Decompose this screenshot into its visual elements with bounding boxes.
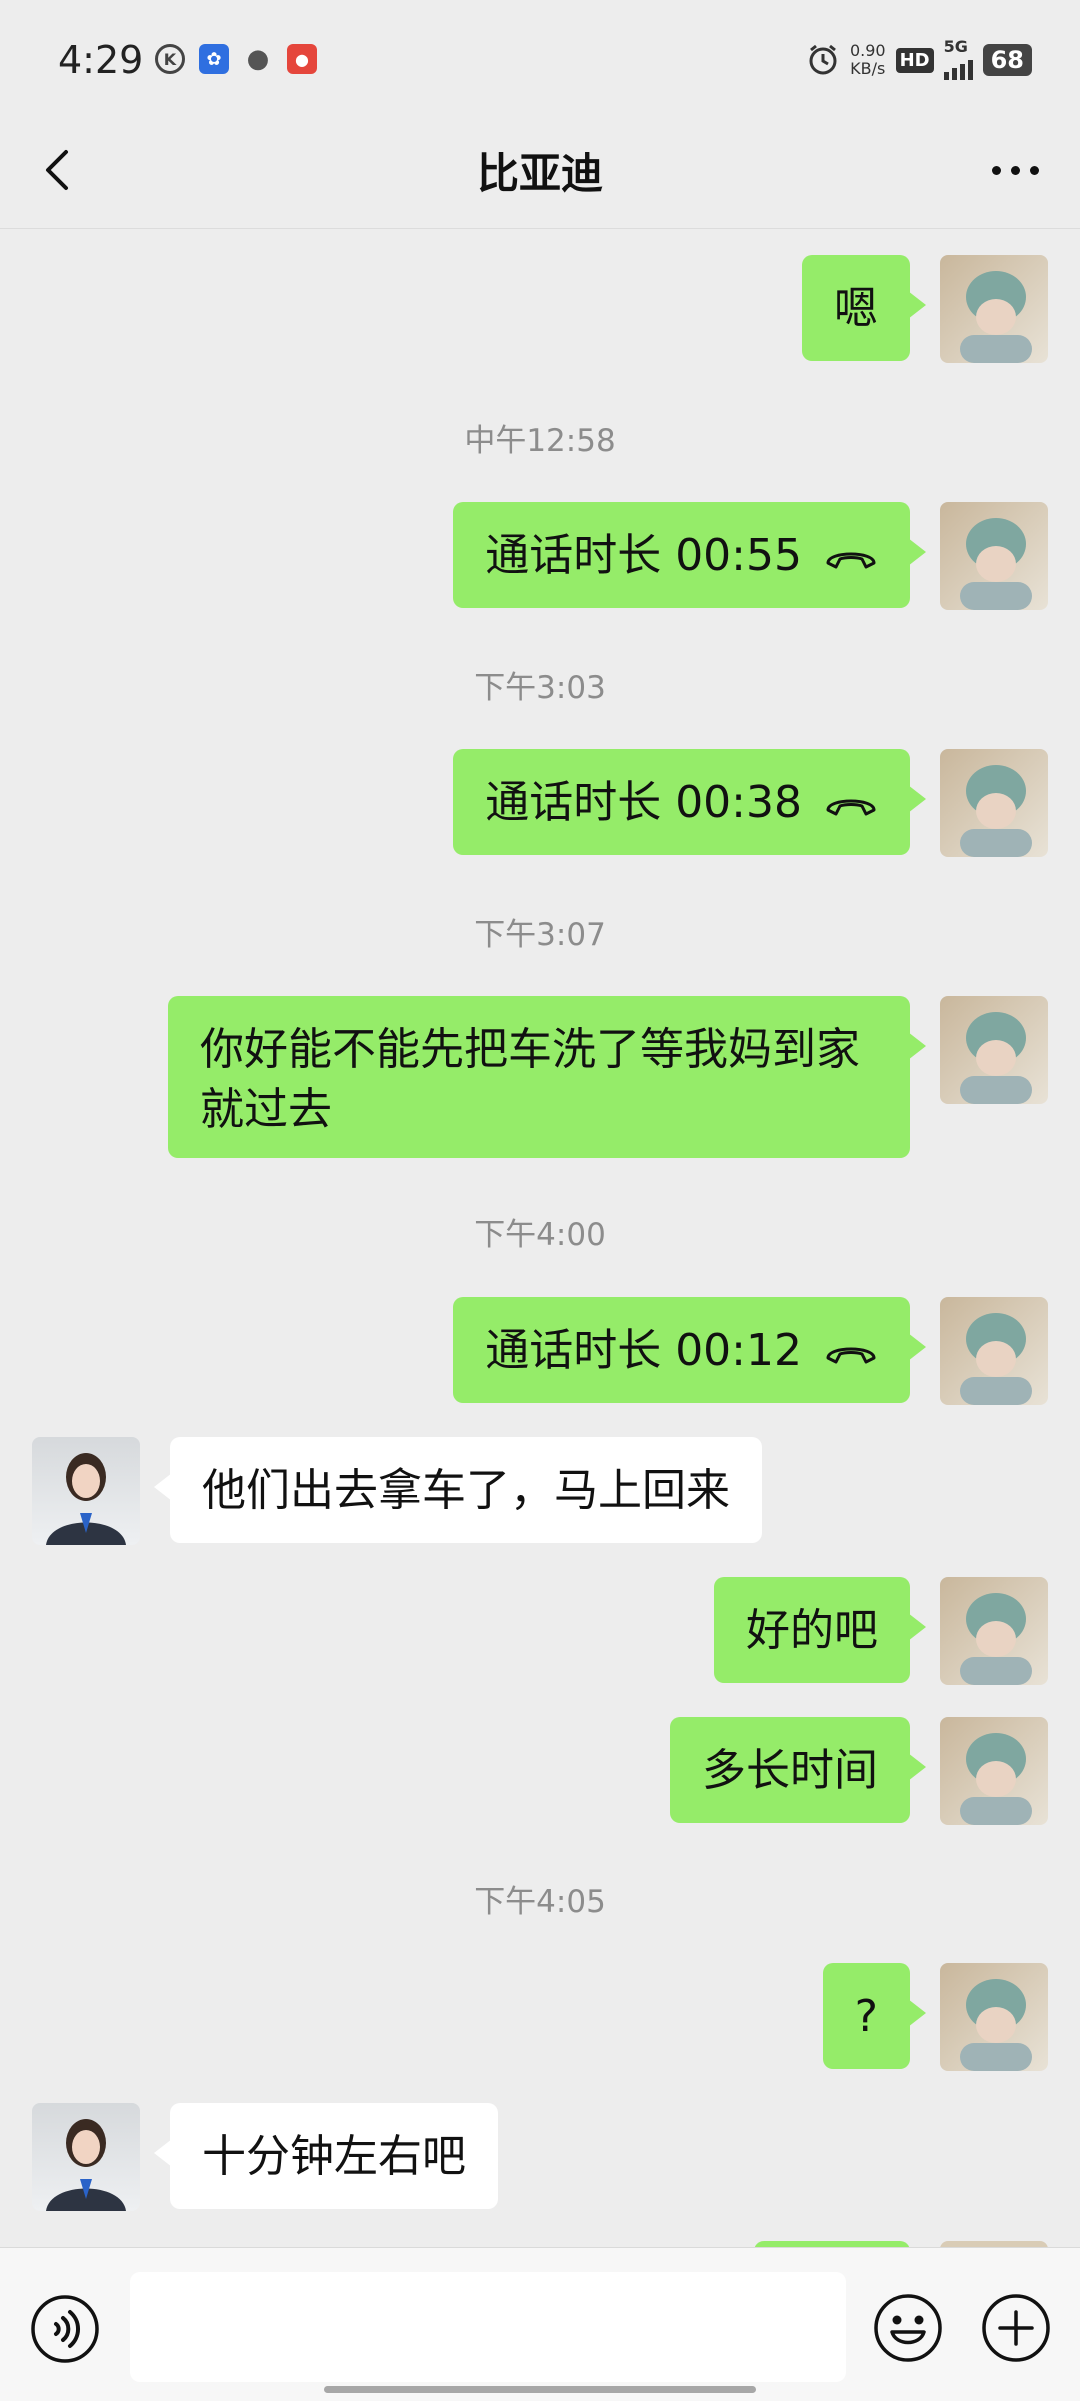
more-options-button[interactable] xyxy=(980,140,1050,200)
hang-up-icon xyxy=(826,1347,876,1364)
message-text: 你好能不能先把车洗了等我妈到家就过去 xyxy=(200,1024,860,1135)
k-app-icon: K xyxy=(155,44,185,74)
more-dot xyxy=(1010,165,1020,175)
hd-badge: HD xyxy=(895,47,934,73)
timestamp: 下午4:05 xyxy=(474,1884,606,1920)
home-indicator[interactable] xyxy=(324,2386,756,2393)
my-avatar[interactable] xyxy=(940,1963,1048,2071)
emoji-button[interactable] xyxy=(872,2292,944,2364)
message-bubble-received[interactable]: 十分钟左右吧 xyxy=(154,2103,498,2209)
timestamp: 下午3:03 xyxy=(474,670,606,706)
message-input[interactable] xyxy=(130,2272,846,2382)
my-avatar[interactable] xyxy=(940,1297,1048,1405)
signal-group: 5G xyxy=(943,37,973,80)
my-avatar[interactable] xyxy=(940,1577,1048,1685)
timestamp: 中午12:58 xyxy=(464,423,616,459)
message-text: ? xyxy=(854,1991,878,2042)
my-avatar[interactable] xyxy=(940,255,1048,363)
plus-icon xyxy=(982,2294,1050,2362)
message-bubble-sent[interactable]: 嗯 xyxy=(802,255,926,361)
network-type: 5G xyxy=(943,37,968,56)
speed-value: 0.90 xyxy=(849,41,886,60)
voice-input-button[interactable] xyxy=(30,2294,100,2364)
status-bar: 4:29 K ✿ ● ● 0.90 KB/s HD 5G 68 xyxy=(0,0,1080,110)
my-avatar[interactable] xyxy=(940,749,1048,857)
status-right: 0.90 KB/s HD 5G 68 xyxy=(806,37,1032,80)
call-record-bubble[interactable]: 通话时长 00:12 xyxy=(453,1297,926,1403)
call-record-bubble[interactable]: 通话时长 00:55 xyxy=(453,502,926,608)
emoji-icon xyxy=(874,2294,942,2362)
chat-title: 比亚迪 xyxy=(476,149,603,198)
network-speed: 0.90 KB/s xyxy=(850,42,886,78)
message-text: 嗯 xyxy=(834,283,878,334)
message-text: 十分钟左右吧 xyxy=(202,2131,466,2182)
wechat-icon: ● xyxy=(246,44,270,74)
my-avatar[interactable] xyxy=(940,1717,1048,1825)
message-text: 多长时间 xyxy=(702,1745,878,1796)
message-bubble-sent[interactable]: 你好能不能先把车洗了等我妈到家就过去 xyxy=(168,996,926,1158)
more-dot xyxy=(991,165,1001,175)
hang-up-icon xyxy=(826,799,876,816)
map-pin-icon: ● xyxy=(287,44,317,74)
more-functions-button[interactable] xyxy=(980,2292,1052,2364)
message-text: 好的吧 xyxy=(746,1605,878,1656)
speed-unit: KB/s xyxy=(850,59,886,78)
notification-icons: K ✿ ● ● xyxy=(155,44,317,74)
voice-icon xyxy=(31,2295,99,2363)
message-text: 通话时长 00:12 xyxy=(485,1325,802,1376)
timestamp: 下午4:00 xyxy=(474,1217,606,1253)
message-bubble-sent[interactable]: 多长时间 xyxy=(670,1717,926,1823)
message-text: 他们出去拿车了，马上回来 xyxy=(202,1465,730,1516)
more-dot xyxy=(1029,165,1039,175)
my-avatar[interactable] xyxy=(940,996,1048,1104)
message-text: 通话时长 00:55 xyxy=(485,530,802,581)
call-record-bubble[interactable]: 通话时长 00:38 xyxy=(453,749,926,855)
message-list[interactable]: 嗯 中午12:58 通话时长 00:55 下午3:03 通话时长 00:38 下… xyxy=(0,229,1080,2247)
battery-level: 68 xyxy=(982,44,1032,76)
contact-avatar[interactable] xyxy=(32,2103,140,2211)
chat-header: 比亚迪 xyxy=(0,110,1080,230)
hang-up-icon xyxy=(826,552,876,569)
timestamp: 下午3:07 xyxy=(474,917,606,953)
status-time: 4:29 xyxy=(58,38,144,82)
message-bubble-received[interactable]: 他们出去拿车了，马上回来 xyxy=(154,1437,762,1543)
alarm-icon xyxy=(809,44,837,75)
baidu-icon: ✿ xyxy=(199,44,229,74)
message-bubble-sent[interactable]: ? xyxy=(822,1963,927,2069)
input-toolbar xyxy=(0,2247,1080,2401)
message-text: 通话时长 00:38 xyxy=(485,777,802,828)
contact-avatar[interactable] xyxy=(32,1437,140,1545)
message-bubble-sent[interactable]: 好的吧 xyxy=(714,1577,926,1683)
signal-icon xyxy=(943,54,973,80)
my-avatar[interactable] xyxy=(940,502,1048,610)
